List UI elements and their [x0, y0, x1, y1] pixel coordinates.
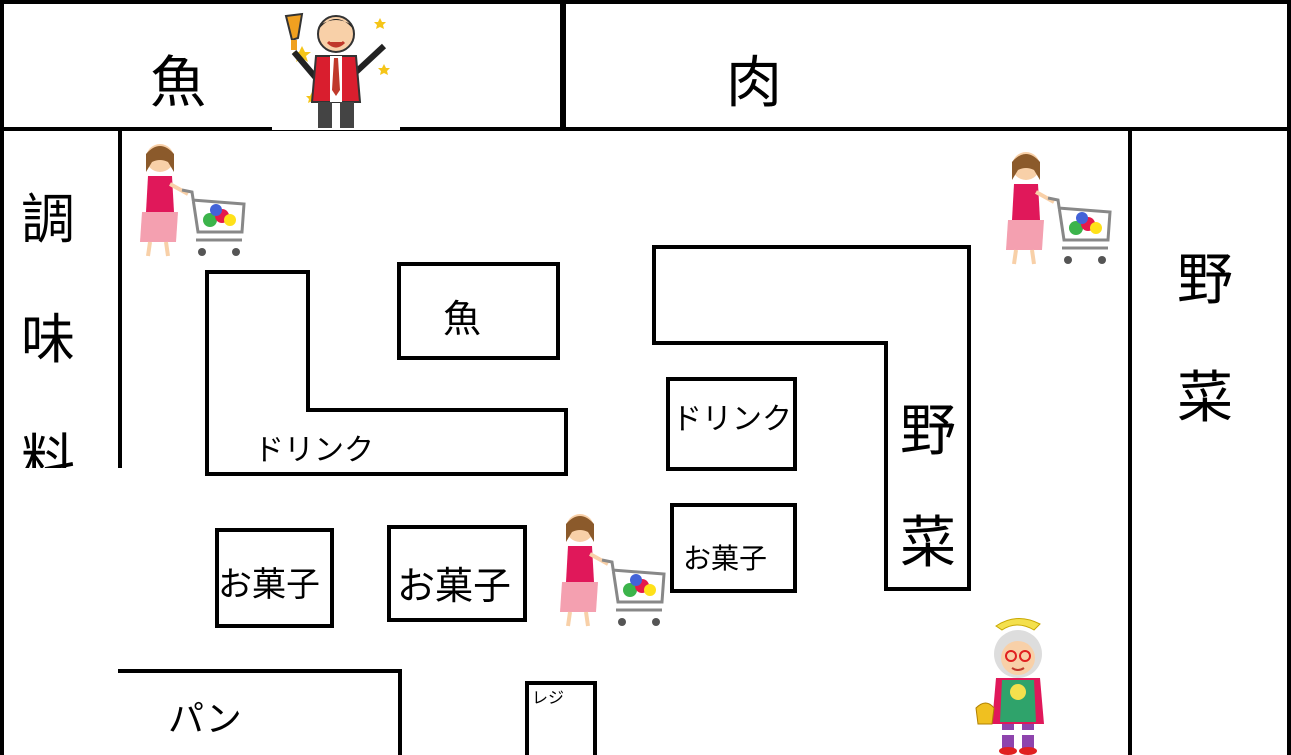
shopper-with-cart-icon	[1006, 152, 1112, 265]
shelf-vegetable-center	[652, 245, 971, 591]
shopper-with-cart-icon	[560, 514, 666, 627]
vegetable-char: 野	[900, 399, 956, 464]
salesman-icon	[272, 6, 400, 130]
shelf-snack-2-label: お菓子	[397, 564, 512, 608]
shopper-with-cart-icon	[140, 144, 246, 257]
shelf-snack-1-label: お菓子	[218, 565, 320, 605]
shelf-snack-3-label: お菓子	[683, 542, 768, 575]
safety-grandma-icon	[975, 618, 1044, 755]
vegetable-char: 菜	[900, 511, 956, 576]
shelf-vegetable-label: 野 菜	[890, 376, 966, 600]
shelf-drink-center-label: ドリンク	[672, 402, 792, 437]
